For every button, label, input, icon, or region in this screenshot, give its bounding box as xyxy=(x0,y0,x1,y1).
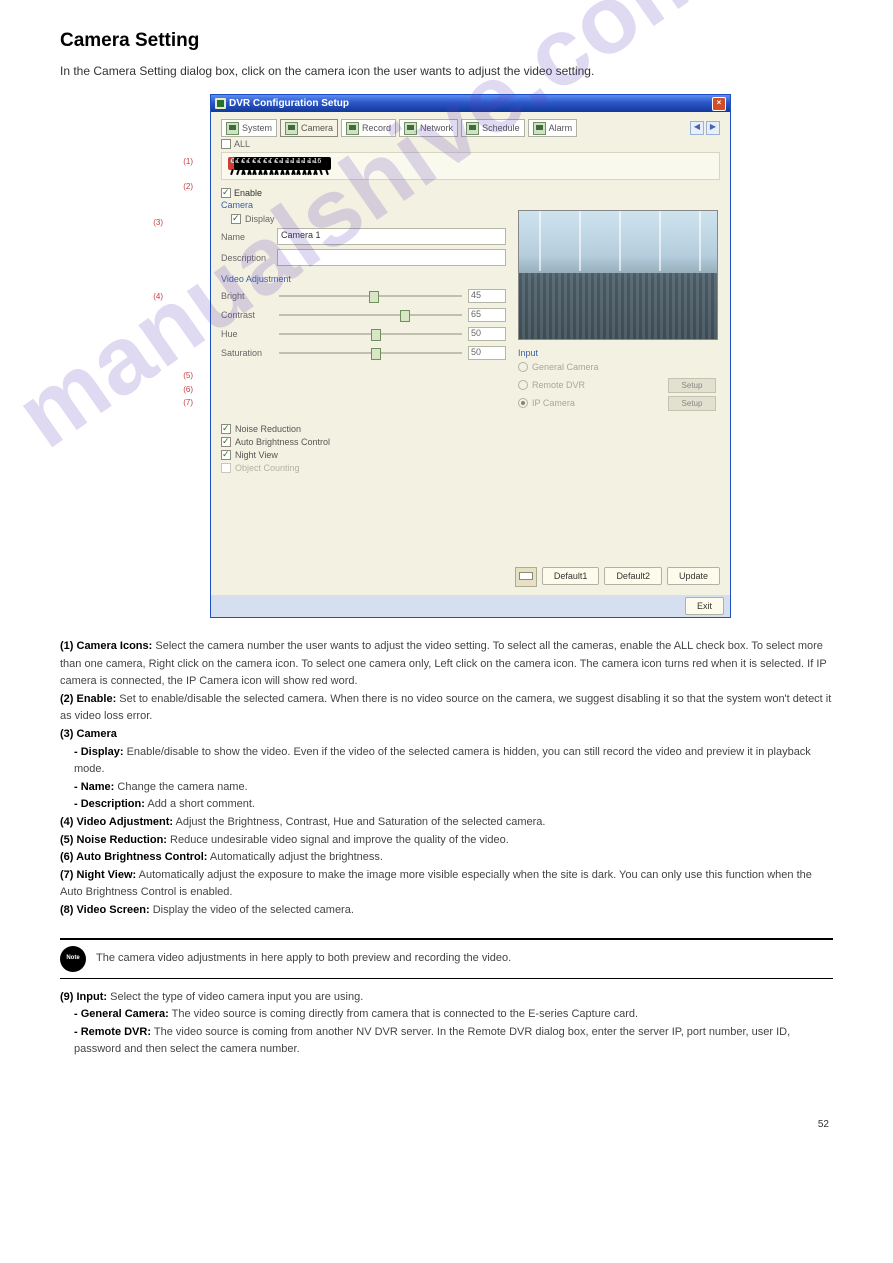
next-arrow-icon[interactable]: ▶ xyxy=(706,121,720,135)
update-button[interactable]: Update xyxy=(667,567,720,585)
window-title: DVR Configuration Setup xyxy=(229,98,349,109)
input-group-label: Input xyxy=(518,348,716,358)
radio-remote-dvr: Remote DVR xyxy=(518,380,585,390)
saturation-label: Saturation xyxy=(221,348,273,358)
bright-value: 45 xyxy=(468,289,506,303)
tab-alarm[interactable]: Alarm xyxy=(528,119,578,137)
contrast-label: Contrast xyxy=(221,310,273,320)
section-title: Camera Setting xyxy=(60,30,833,52)
tab-camera[interactable]: Camera xyxy=(280,119,338,137)
all-checkbox[interactable]: ALL xyxy=(221,137,720,152)
network-icon xyxy=(404,122,417,135)
default1-button[interactable]: Default1 xyxy=(542,567,600,585)
ip-setup-button: Setup xyxy=(668,396,716,411)
hue-label: Hue xyxy=(221,329,273,339)
close-icon[interactable]: × xyxy=(712,97,726,111)
default2-button[interactable]: Default2 xyxy=(604,567,662,585)
bright-label: Bright xyxy=(221,291,273,301)
dvr-config-window: DVR Configuration Setup × System Camera … xyxy=(210,94,731,618)
note-icon: Note xyxy=(60,946,86,972)
video-adj-label: Video Adjustment xyxy=(221,274,506,284)
remote-setup-button: Setup xyxy=(668,378,716,393)
enable-checkbox[interactable]: Enable xyxy=(221,188,720,198)
hue-slider[interactable] xyxy=(279,329,462,339)
tab-network[interactable]: Network xyxy=(399,119,458,137)
tab-system[interactable]: System xyxy=(221,119,277,137)
alarm-icon xyxy=(533,122,546,135)
bright-slider[interactable] xyxy=(279,291,462,301)
camera-strip: 01 02 03 04 05 06 07 08 09 10 11 12 13 1… xyxy=(221,152,720,180)
description-label: Description xyxy=(221,253,273,263)
app-icon xyxy=(215,98,226,109)
page-number: 52 xyxy=(60,1119,833,1130)
name-input[interactable]: Camera 1 xyxy=(277,228,506,245)
contrast-value: 65 xyxy=(468,308,506,322)
exit-button[interactable]: Exit xyxy=(685,597,724,615)
footnotes: (1) Camera Icons: Select the camera numb… xyxy=(60,638,833,1059)
name-label: Name xyxy=(221,232,273,242)
saturation-slider[interactable] xyxy=(279,348,462,358)
record-icon xyxy=(346,122,359,135)
radio-ip-camera: IP Camera xyxy=(518,398,575,408)
camera-icon xyxy=(285,122,298,135)
tab-record[interactable]: Record xyxy=(341,119,396,137)
night-view-checkbox[interactable]: Night View xyxy=(221,450,720,460)
title-bar[interactable]: DVR Configuration Setup × xyxy=(211,95,730,112)
noise-reduction-checkbox[interactable]: Noise Reduction xyxy=(221,424,720,434)
description-input[interactable] xyxy=(277,249,506,266)
prev-arrow-icon[interactable]: ◀ xyxy=(690,121,704,135)
contrast-slider[interactable] xyxy=(279,310,462,320)
schedule-icon xyxy=(466,122,479,135)
video-preview xyxy=(518,210,718,340)
tab-schedule[interactable]: Schedule xyxy=(461,119,525,137)
printer-icon[interactable] xyxy=(515,567,537,587)
saturation-value: 50 xyxy=(468,346,506,360)
display-checkbox[interactable]: Display xyxy=(221,214,506,224)
section-lead: In the Camera Setting dialog box, click … xyxy=(60,62,833,80)
hue-value: 50 xyxy=(468,327,506,341)
radio-general-camera: General Camera xyxy=(518,362,716,372)
note-bar: Note The camera video adjustments in her… xyxy=(60,938,833,979)
auto-brightness-checkbox[interactable]: Auto Brightness Control xyxy=(221,437,720,447)
object-counting-checkbox: Object Counting xyxy=(221,463,720,473)
camera-16[interactable]: 16 xyxy=(309,157,315,175)
camera-group-label: Camera xyxy=(221,200,720,210)
system-icon xyxy=(226,122,239,135)
